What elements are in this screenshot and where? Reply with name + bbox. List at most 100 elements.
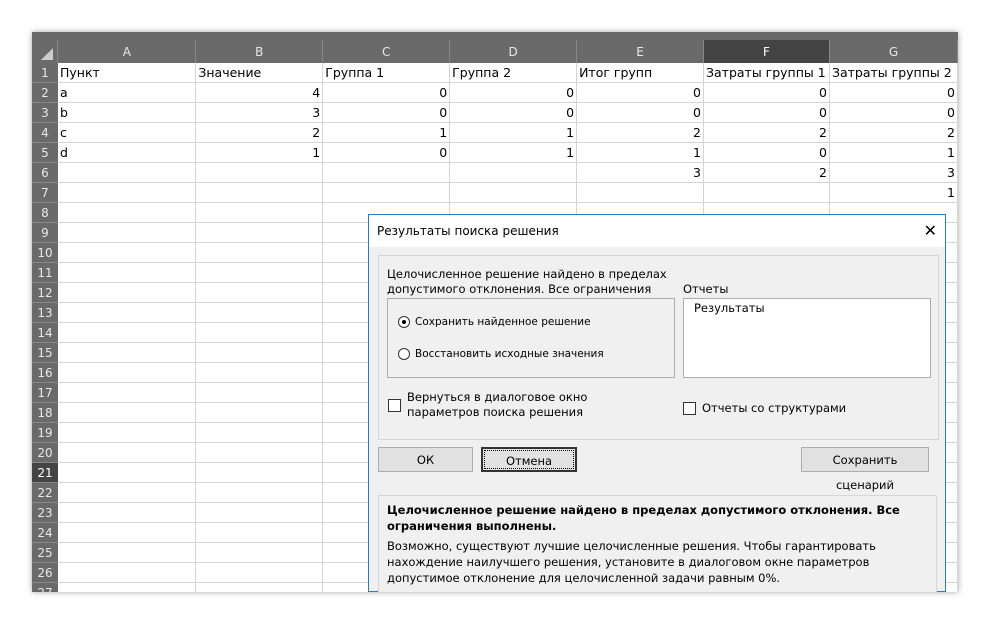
cell-A25[interactable]	[57, 542, 197, 563]
cell-F7[interactable]	[703, 182, 830, 203]
cell-A7[interactable]	[57, 182, 197, 203]
row-header[interactable]: 21	[32, 462, 58, 483]
cell-A3[interactable]: b	[57, 102, 197, 123]
cell-E5[interactable]: 1	[576, 142, 704, 163]
cell-B1[interactable]: Значение	[195, 63, 324, 83]
cell-B9[interactable]	[195, 222, 324, 243]
cell-A22[interactable]	[57, 482, 197, 503]
cell-B7[interactable]	[195, 182, 324, 203]
cell-B10[interactable]	[195, 242, 324, 263]
cell-A2[interactable]: a	[57, 82, 197, 103]
row-header[interactable]: 9	[32, 222, 58, 243]
select-all-corner[interactable]	[32, 40, 59, 63]
cell-B11[interactable]	[195, 262, 324, 283]
cell-C6[interactable]	[322, 162, 451, 183]
ok-button[interactable]: ОК	[378, 447, 473, 472]
cell-A11[interactable]	[57, 262, 197, 283]
cell-A27[interactable]	[57, 582, 197, 592]
cell-B20[interactable]	[195, 442, 324, 463]
cell-G2[interactable]: 0	[829, 82, 958, 103]
cell-B6[interactable]	[195, 162, 324, 183]
cell-B3[interactable]: 3	[195, 102, 324, 123]
cell-E6[interactable]: 3	[576, 162, 704, 183]
row-header[interactable]: 20	[32, 442, 58, 463]
cell-C2[interactable]: 0	[322, 82, 451, 103]
row-header[interactable]: 19	[32, 422, 58, 443]
save-scenario-button[interactable]: Сохранить сценарий	[801, 447, 929, 492]
cell-C5[interactable]: 0	[322, 142, 451, 163]
cell-A14[interactable]	[57, 322, 197, 343]
cell-A13[interactable]	[57, 302, 197, 323]
row-header[interactable]: 5	[32, 142, 58, 163]
row-header[interactable]: 1	[32, 63, 58, 83]
row-header[interactable]: 24	[32, 522, 58, 543]
cell-D2[interactable]: 0	[449, 82, 578, 103]
row-header[interactable]: 23	[32, 502, 58, 523]
cell-B14[interactable]	[195, 322, 324, 343]
cell-G7[interactable]: 1	[829, 182, 958, 203]
cell-F2[interactable]: 0	[703, 82, 830, 103]
row-header[interactable]: 25	[32, 542, 58, 563]
column-header-B[interactable]: B	[195, 40, 324, 63]
cell-C4[interactable]: 1	[322, 122, 451, 143]
cell-F5[interactable]: 0	[703, 142, 830, 163]
cell-G6[interactable]: 3	[829, 162, 958, 183]
cell-A12[interactable]	[57, 282, 197, 303]
cell-B8[interactable]	[195, 202, 324, 223]
cell-C7[interactable]	[322, 182, 451, 203]
cell-A10[interactable]	[57, 242, 197, 263]
row-header[interactable]: 2	[32, 82, 58, 103]
cell-D1[interactable]: Группа 2	[449, 63, 578, 83]
report-item-results[interactable]: Результаты	[684, 299, 930, 317]
row-header[interactable]: 8	[32, 202, 58, 223]
cell-B12[interactable]	[195, 282, 324, 303]
cell-D6[interactable]	[449, 162, 578, 183]
cell-A1[interactable]: Пункт	[57, 63, 197, 83]
row-header[interactable]: 12	[32, 282, 58, 303]
cell-B5[interactable]: 1	[195, 142, 324, 163]
row-header[interactable]: 14	[32, 322, 58, 343]
cell-B21[interactable]	[195, 462, 324, 483]
cell-B17[interactable]	[195, 382, 324, 403]
cell-A15[interactable]	[57, 342, 197, 363]
cancel-button[interactable]: Отмена	[481, 447, 577, 472]
cell-F3[interactable]: 0	[703, 102, 830, 123]
row-header[interactable]: 17	[32, 382, 58, 403]
cell-A18[interactable]	[57, 402, 197, 423]
column-header-F[interactable]: F	[703, 40, 830, 63]
column-header-C[interactable]: C	[322, 40, 451, 63]
cell-E2[interactable]: 0	[576, 82, 704, 103]
column-header-A[interactable]: A	[57, 40, 197, 63]
cell-B22[interactable]	[195, 482, 324, 503]
row-header[interactable]: 16	[32, 362, 58, 383]
cell-B15[interactable]	[195, 342, 324, 363]
cell-A16[interactable]	[57, 362, 197, 383]
column-header-G[interactable]: G	[829, 40, 958, 63]
row-header[interactable]: 18	[32, 402, 58, 423]
cell-B25[interactable]	[195, 542, 324, 563]
row-header[interactable]: 27	[32, 582, 58, 592]
cell-A23[interactable]	[57, 502, 197, 523]
cell-B4[interactable]: 2	[195, 122, 324, 143]
close-icon[interactable]: ✕	[924, 215, 937, 247]
radio-restore-values[interactable]: Восстановить исходные значения	[398, 348, 604, 360]
cell-B18[interactable]	[195, 402, 324, 423]
cell-E3[interactable]: 0	[576, 102, 704, 123]
cell-B16[interactable]	[195, 362, 324, 383]
row-header[interactable]: 4	[32, 122, 58, 143]
cell-A26[interactable]	[57, 562, 197, 583]
cell-F1[interactable]: Затраты группы 1	[703, 63, 830, 83]
row-header[interactable]: 3	[32, 102, 58, 123]
row-header[interactable]: 6	[32, 162, 58, 183]
outline-reports-checkbox[interactable]: Отчеты со структурами	[683, 401, 846, 415]
cell-B27[interactable]	[195, 582, 324, 592]
cell-E4[interactable]: 2	[576, 122, 704, 143]
row-header[interactable]: 15	[32, 342, 58, 363]
cell-G4[interactable]: 2	[829, 122, 958, 143]
cell-B19[interactable]	[195, 422, 324, 443]
cell-C3[interactable]: 0	[322, 102, 451, 123]
cell-F4[interactable]: 2	[703, 122, 830, 143]
radio-keep-solution[interactable]: Сохранить найденное решение	[398, 316, 591, 328]
cell-D4[interactable]: 1	[449, 122, 578, 143]
cell-A4[interactable]: c	[57, 122, 197, 143]
